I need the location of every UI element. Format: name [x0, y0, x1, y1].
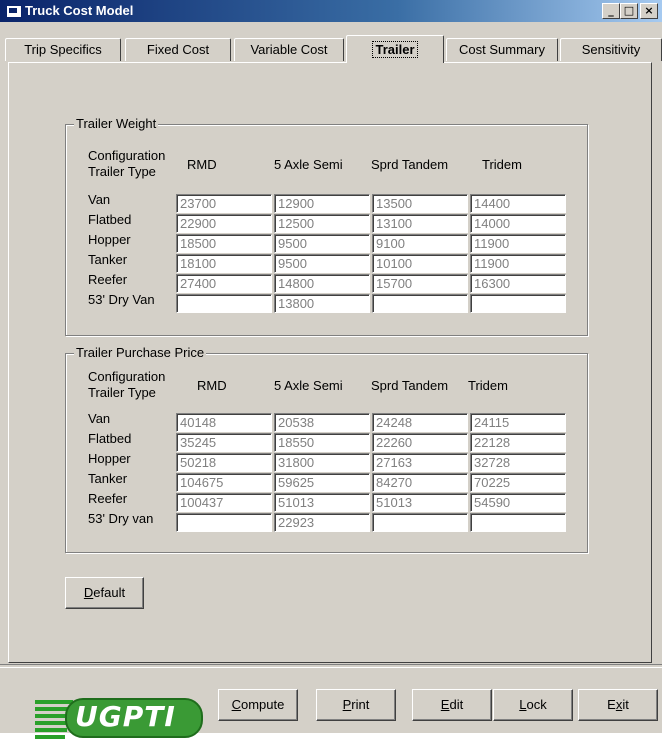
tab-strip: Trip Specifics Fixed Cost Variable Cost …	[0, 35, 662, 63]
price-col-sprd-tandem: Sprd Tandem	[371, 378, 449, 393]
trailer-price-cell[interactable]: 40148	[176, 413, 272, 432]
trailer-price-row-label: Reefer	[88, 491, 128, 506]
tab-trailer[interactable]: Trailer	[346, 35, 444, 63]
exit-button[interactable]: Exit	[578, 689, 658, 721]
trailer-weight-row-label: Reefer	[88, 272, 128, 287]
price-col-5-axle-semi: 5 Axle Semi	[274, 378, 343, 393]
trailer-weight-cell[interactable]: 14400	[470, 194, 566, 213]
weight-trailer-type-label: Trailer Type	[88, 164, 156, 179]
tab-fixed-cost[interactable]: Fixed Cost	[125, 38, 231, 61]
trailer-weight-cell[interactable]: 14800	[274, 274, 370, 293]
edit-button[interactable]: Edit	[412, 689, 492, 721]
price-trailer-type-label: Trailer Type	[88, 385, 156, 400]
trailer-weight-cell[interactable]: 10100	[372, 254, 468, 273]
trailer-price-cell[interactable]: 51013	[274, 493, 370, 512]
tab-cost-summary[interactable]: Cost Summary	[446, 38, 558, 61]
trailer-weight-cell[interactable]: 12500	[274, 214, 370, 233]
weight-col-5-axle-semi: 5 Axle Semi	[274, 157, 343, 172]
title-bar[interactable]: Truck Cost Model _ □ ×	[0, 0, 662, 22]
trailer-price-cell[interactable]	[372, 513, 468, 532]
trailer-weight-cell[interactable]: 11900	[470, 254, 566, 273]
lock-button[interactable]: Lock	[493, 689, 573, 721]
trailer-price-cell[interactable]: 35245	[176, 433, 272, 452]
trailer-price-cell[interactable]: 18550	[274, 433, 370, 452]
price-col-tridem: Tridem	[468, 378, 508, 393]
trailer-price-cell[interactable]: 50218	[176, 453, 272, 472]
maximize-button[interactable]: □	[620, 3, 638, 19]
trailer-weight-row-label: Van	[88, 192, 111, 207]
trailer-price-cell[interactable]: 54590	[470, 493, 566, 512]
price-col-rmd: RMD	[197, 378, 227, 393]
bottom-separator	[0, 664, 662, 668]
trailer-weight-cell[interactable]	[372, 294, 468, 313]
trailer-weight-cell[interactable]: 15700	[372, 274, 468, 293]
trailer-weight-cell[interactable]: 14000	[470, 214, 566, 233]
trailer-price-row-label: Hopper	[88, 451, 131, 466]
price-config-label: Configuration	[88, 369, 166, 384]
trailer-weight-row-label: Flatbed	[88, 212, 132, 227]
trailer-price-cell[interactable]: 100437	[176, 493, 272, 512]
trailer-price-cell[interactable]: 70225	[470, 473, 566, 492]
trailer-price-row-label: Van	[88, 411, 111, 426]
trailer-price-cell[interactable]: 104675	[176, 473, 272, 492]
trailer-weight-cell[interactable]: 9100	[372, 234, 468, 253]
trailer-price-cell[interactable]: 20538	[274, 413, 370, 432]
default-button[interactable]: Default	[65, 577, 144, 609]
trailer-price-title: Trailer Purchase Price	[74, 345, 207, 360]
trailer-weight-cell[interactable]: 13800	[274, 294, 370, 313]
truck-app-icon	[6, 5, 22, 18]
trailer-price-cell[interactable]: 22923	[274, 513, 370, 532]
tab-variable-cost[interactable]: Variable Cost	[234, 38, 344, 61]
trailer-weight-cell[interactable]: 11900	[470, 234, 566, 253]
trailer-price-cell[interactable]	[470, 513, 566, 532]
tab-trip-specifics[interactable]: Trip Specifics	[5, 38, 121, 61]
trailer-weight-cell[interactable]: 9500	[274, 234, 370, 253]
weight-col-tridem: Tridem	[482, 157, 522, 172]
trailer-weight-cell[interactable]: 13100	[372, 214, 468, 233]
window-title: Truck Cost Model	[25, 3, 134, 18]
trailer-weight-title: Trailer Weight	[74, 116, 159, 131]
trailer-weight-cell[interactable]	[470, 294, 566, 313]
truck-cost-model-window: Truck Cost Model _ □ × Trip Specifics Fi…	[0, 0, 662, 739]
trailer-weight-cell[interactable]: 18500	[176, 234, 272, 253]
trailer-weight-cell[interactable]	[176, 294, 272, 313]
trailer-price-cell[interactable]: 51013	[372, 493, 468, 512]
tab-sensitivity[interactable]: Sensitivity	[560, 38, 662, 61]
trailer-weight-cell[interactable]: 18100	[176, 254, 272, 273]
trailer-price-cell[interactable]: 24248	[372, 413, 468, 432]
trailer-weight-cell[interactable]: 13500	[372, 194, 468, 213]
weight-config-label: Configuration	[88, 148, 166, 163]
print-button[interactable]: Print	[316, 689, 396, 721]
trailer-price-cell[interactable]: 22128	[470, 433, 566, 452]
trailer-price-cell[interactable]: 22260	[372, 433, 468, 452]
trailer-weight-cell[interactable]: 27400	[176, 274, 272, 293]
trailer-price-cell[interactable]: 24115	[470, 413, 566, 432]
logo-text: UGPTI	[75, 700, 176, 733]
trailer-weight-cell[interactable]: 22900	[176, 214, 272, 233]
trailer-price-cell[interactable]: 27163	[372, 453, 468, 472]
minimize-button[interactable]: _	[602, 3, 620, 19]
ugpti-logo: UGPTI	[35, 696, 205, 740]
trailer-weight-row-label: 53' Dry Van	[88, 292, 155, 307]
trailer-weight-cell[interactable]: 12900	[274, 194, 370, 213]
trailer-price-row-label: 53' Dry van	[88, 511, 154, 526]
trailer-weight-row-label: Hopper	[88, 232, 131, 247]
close-button[interactable]: ×	[640, 3, 658, 19]
trailer-weight-row-label: Tanker	[88, 252, 128, 267]
weight-col-rmd: RMD	[187, 157, 217, 172]
trailer-price-cell[interactable]: 31800	[274, 453, 370, 472]
trailer-weight-cell[interactable]: 16300	[470, 274, 566, 293]
trailer-price-cell[interactable]: 32728	[470, 453, 566, 472]
weight-col-sprd-tandem: Sprd Tandem	[371, 157, 449, 172]
trailer-price-row-label: Tanker	[88, 471, 128, 486]
trailer-price-row-label: Flatbed	[88, 431, 132, 446]
trailer-price-cell[interactable]	[176, 513, 272, 532]
trailer-price-cell[interactable]: 84270	[372, 473, 468, 492]
trailer-weight-cell[interactable]: 9500	[274, 254, 370, 273]
trailer-price-cell[interactable]: 59625	[274, 473, 370, 492]
compute-button[interactable]: Compute	[218, 689, 298, 721]
trailer-weight-cell[interactable]: 23700	[176, 194, 272, 213]
